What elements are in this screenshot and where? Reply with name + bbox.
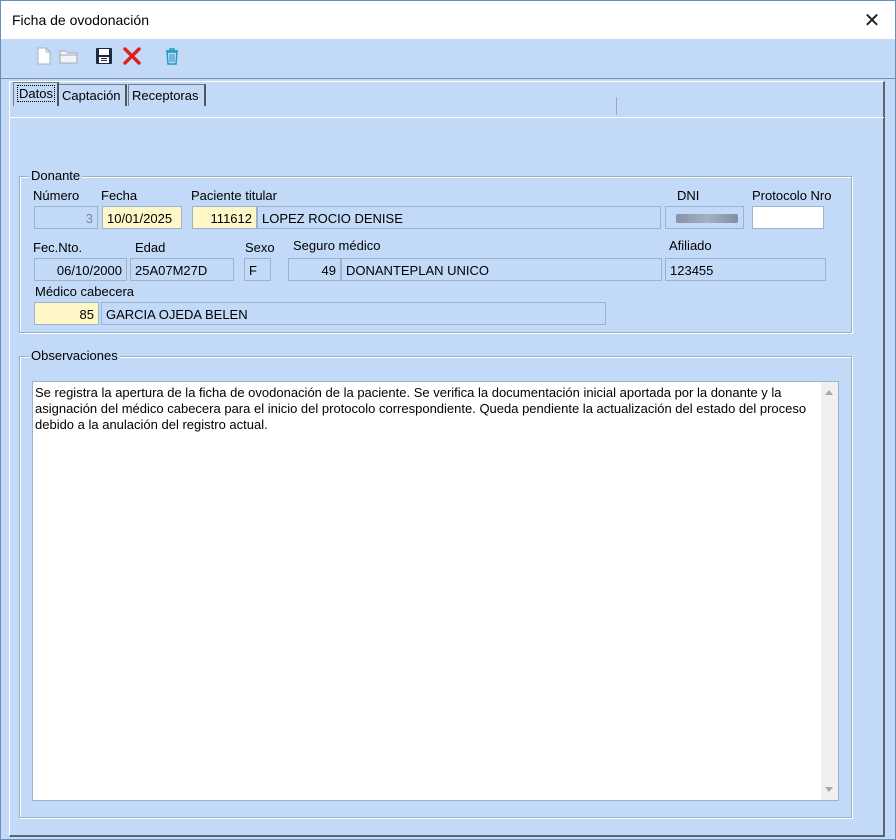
afiliado-field: 123455 [665, 258, 826, 281]
observaciones-textarea[interactable]: Se registra la apertura de la ficha de o… [32, 381, 839, 801]
paciente-id-field[interactable]: 111612 [192, 206, 257, 229]
delete-icon[interactable] [121, 45, 143, 67]
title-bar: Ficha de ovodonación ✕ [0, 0, 896, 39]
edad-field: 25A07M27D [130, 258, 234, 281]
window-body: Datos Captación Receptoras Donante Númer… [0, 39, 896, 840]
numero-field: 3 [34, 206, 98, 229]
sexo-label: Sexo [245, 240, 275, 255]
new-icon[interactable] [33, 45, 55, 67]
paciente-titular-label: Paciente titular [191, 188, 277, 203]
dni-label: DNI [677, 188, 700, 203]
observaciones-text: Se registra la apertura de la ficha de o… [35, 385, 807, 432]
tab-captacion[interactable]: Captación [58, 84, 127, 106]
scroll-up-icon[interactable] [825, 390, 833, 395]
edad-label: Edad [135, 240, 166, 255]
scroll-down-icon[interactable] [825, 787, 833, 792]
seguro-medico-label: Seguro médico [293, 238, 381, 253]
afiliado-label: Afiliado [669, 238, 712, 253]
medico-cabecera-label: Médico cabecera [35, 284, 134, 299]
close-button[interactable]: ✕ [849, 1, 895, 39]
tab-datos[interactable]: Datos [13, 82, 59, 106]
tab-captacion-label: Captación [62, 88, 121, 103]
tab-separator [616, 97, 617, 115]
fec-nto-field: 06/10/2000 [34, 258, 127, 281]
medico-id-field[interactable]: 85 [34, 302, 99, 325]
medico-nombre-field: GARCIA OJEDA BELEN [101, 302, 606, 325]
window-title: Ficha de ovodonación [12, 12, 149, 28]
paciente-nombre-field: LOPEZ ROCIO DENISE [257, 206, 661, 229]
tab-receptoras-label: Receptoras [132, 88, 199, 103]
dni-field [665, 206, 744, 229]
trash-icon[interactable] [161, 45, 183, 67]
tab-baseline [10, 117, 884, 118]
seguro-nombre-field: DONANTEPLAN UNICO [341, 258, 662, 281]
toolbar [1, 39, 895, 79]
redacted-dni [676, 214, 738, 223]
seguro-id-field: 49 [288, 258, 341, 281]
protocolo-nro-label: Protocolo Nro [752, 188, 832, 203]
open-folder-icon[interactable] [58, 45, 80, 67]
protocolo-nro-input[interactable] [752, 206, 824, 229]
donante-group: Donante Número Fecha Paciente titular DN… [19, 168, 852, 333]
main-panel: Datos Captación Receptoras Donante Númer… [9, 81, 885, 837]
observaciones-legend: Observaciones [29, 348, 120, 363]
tab-receptoras[interactable]: Receptoras [128, 84, 206, 106]
vertical-scrollbar[interactable] [821, 382, 838, 800]
sexo-field: F [244, 258, 271, 281]
numero-label: Número [33, 188, 80, 203]
fecha-field[interactable]: 10/01/2025 [102, 206, 182, 229]
fecha-label: Fecha [101, 188, 138, 203]
observaciones-group: Observaciones Se registra la apertura de… [19, 348, 852, 818]
fec-nto-label: Fec.Nto. [33, 240, 83, 255]
tab-datos-label: Datos [17, 85, 55, 102]
donante-legend: Donante [29, 168, 83, 183]
save-icon[interactable] [93, 45, 115, 67]
